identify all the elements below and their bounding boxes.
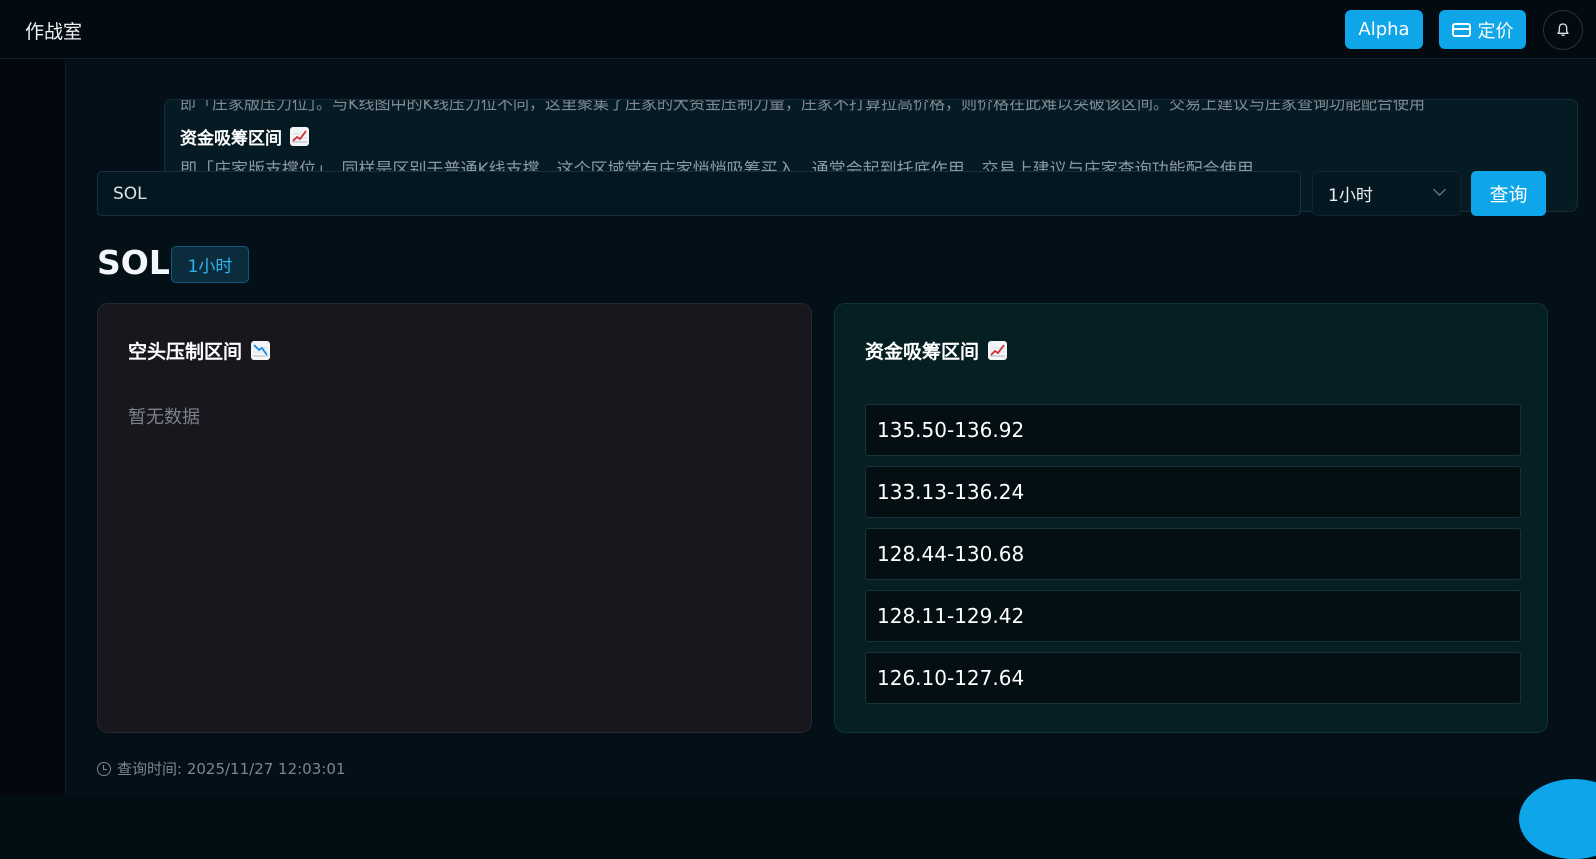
notification-button[interactable] — [1543, 10, 1583, 50]
query-time: 查询时间: 2025/11/27 12:03:01 — [97, 758, 345, 779]
main-content: 即「庄家版压力位」。与K线图中的K线压力位不同，这里聚集了庄家的大资金压制力量，… — [67, 59, 1596, 795]
bull-panel-title: 资金吸筹区间 — [865, 337, 1008, 364]
timeframe-selected: 1小时 — [1328, 186, 1373, 206]
bell-icon — [1557, 23, 1569, 36]
query-time-text: 查询时间: 2025/11/27 12:03:01 — [117, 760, 346, 778]
pricing-button[interactable]: 定价 — [1439, 10, 1526, 49]
alpha-button[interactable]: Alpha — [1345, 10, 1423, 49]
fund-accumulation-panel: 资金吸筹区间 135.50-136.92 133.13-136.24 128.4… — [834, 303, 1548, 733]
clock-icon — [97, 761, 111, 776]
range-item: 128.44-130.68 — [865, 528, 1521, 580]
chart-increasing-icon — [290, 127, 309, 146]
timeframe-badge: 1小时 — [171, 246, 249, 283]
timeframe-select[interactable]: 1小时 — [1312, 171, 1461, 216]
bull-title-text: 资金吸筹区间 — [865, 341, 980, 363]
symbol-search-input[interactable] — [97, 171, 1301, 216]
chart-decreasing-icon — [251, 341, 271, 360]
bear-empty-text: 暂无数据 — [128, 407, 200, 428]
top-bar: 作战室 Alpha 定价 — [0, 0, 1596, 59]
info-heading-text: 资金吸筹区间 — [180, 129, 282, 149]
range-item: 135.50-136.92 — [865, 404, 1521, 456]
bear-pressure-panel: 空头压制区间 暂无数据 — [97, 303, 812, 733]
chart-increasing-icon — [988, 341, 1008, 360]
app-title: 作战室 — [25, 21, 83, 43]
range-item: 126.10-127.64 — [865, 652, 1521, 704]
query-button[interactable]: 查询 — [1471, 171, 1546, 216]
range-item: 133.13-136.24 — [865, 466, 1521, 518]
chevron-down-icon — [1433, 183, 1446, 196]
pricing-label: 定价 — [1477, 20, 1514, 42]
range-list: 135.50-136.92 133.13-136.24 128.44-130.6… — [865, 404, 1521, 714]
info-text-partial: 即「庄家版压力位」。与K线图中的K线压力位不同，这里聚集了庄家的大资金压制力量，… — [180, 99, 1425, 113]
sidebar — [0, 59, 66, 795]
result-symbol: SOL — [97, 243, 170, 282]
credit-card-icon — [1451, 22, 1471, 37]
bear-title-text: 空头压制区间 — [128, 341, 243, 363]
info-heading: 资金吸筹区间 — [180, 124, 309, 149]
bear-panel-title: 空头压制区间 — [128, 337, 271, 364]
range-item: 128.11-129.42 — [865, 590, 1521, 642]
